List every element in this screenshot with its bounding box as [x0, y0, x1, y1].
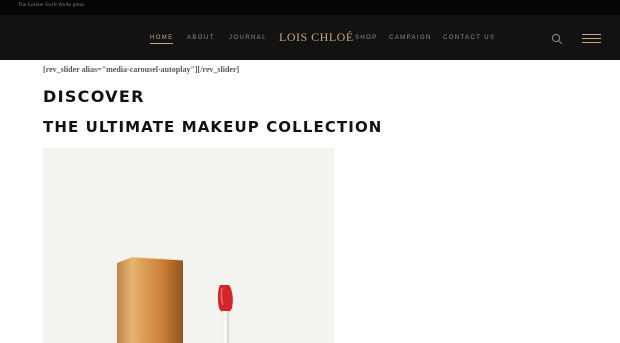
top-bar: The Lorelei Swift Wolfe press: [0, 0, 620, 15]
search-icon[interactable]: [551, 32, 563, 45]
nav-journal[interactable]: JOURNAL: [229, 35, 267, 41]
heading-makeup-collection: THE ULTIMATE MAKEUP COLLECTION: [43, 118, 383, 136]
nav-about[interactable]: ABOUT: [187, 35, 215, 41]
slider-shortcode-text: [rev_slider alias="media-carousel-autopl…: [43, 65, 240, 74]
nav-campaign[interactable]: CAMPAIGN: [389, 35, 432, 41]
hamburger-menu-icon[interactable]: [582, 34, 601, 43]
topbar-annotation: The Lorelei Swift Wolfe press: [18, 3, 85, 8]
nav-shop[interactable]: SHOP: [355, 35, 378, 41]
heading-discover: DISCOVER: [43, 87, 145, 106]
red-lip-gloss-applicator: [217, 285, 233, 343]
site-header: HOME ABOUT JOURNAL LOIS CHLOÉ SHOP CAMPA…: [0, 15, 620, 60]
product-image: [43, 148, 334, 343]
site-logo[interactable]: LOIS CHLOÉ: [279, 30, 354, 45]
nav-home[interactable]: HOME: [150, 35, 174, 44]
gold-lipstick-box: [117, 256, 184, 343]
nav-contact-us[interactable]: CONTACT US: [443, 35, 495, 41]
